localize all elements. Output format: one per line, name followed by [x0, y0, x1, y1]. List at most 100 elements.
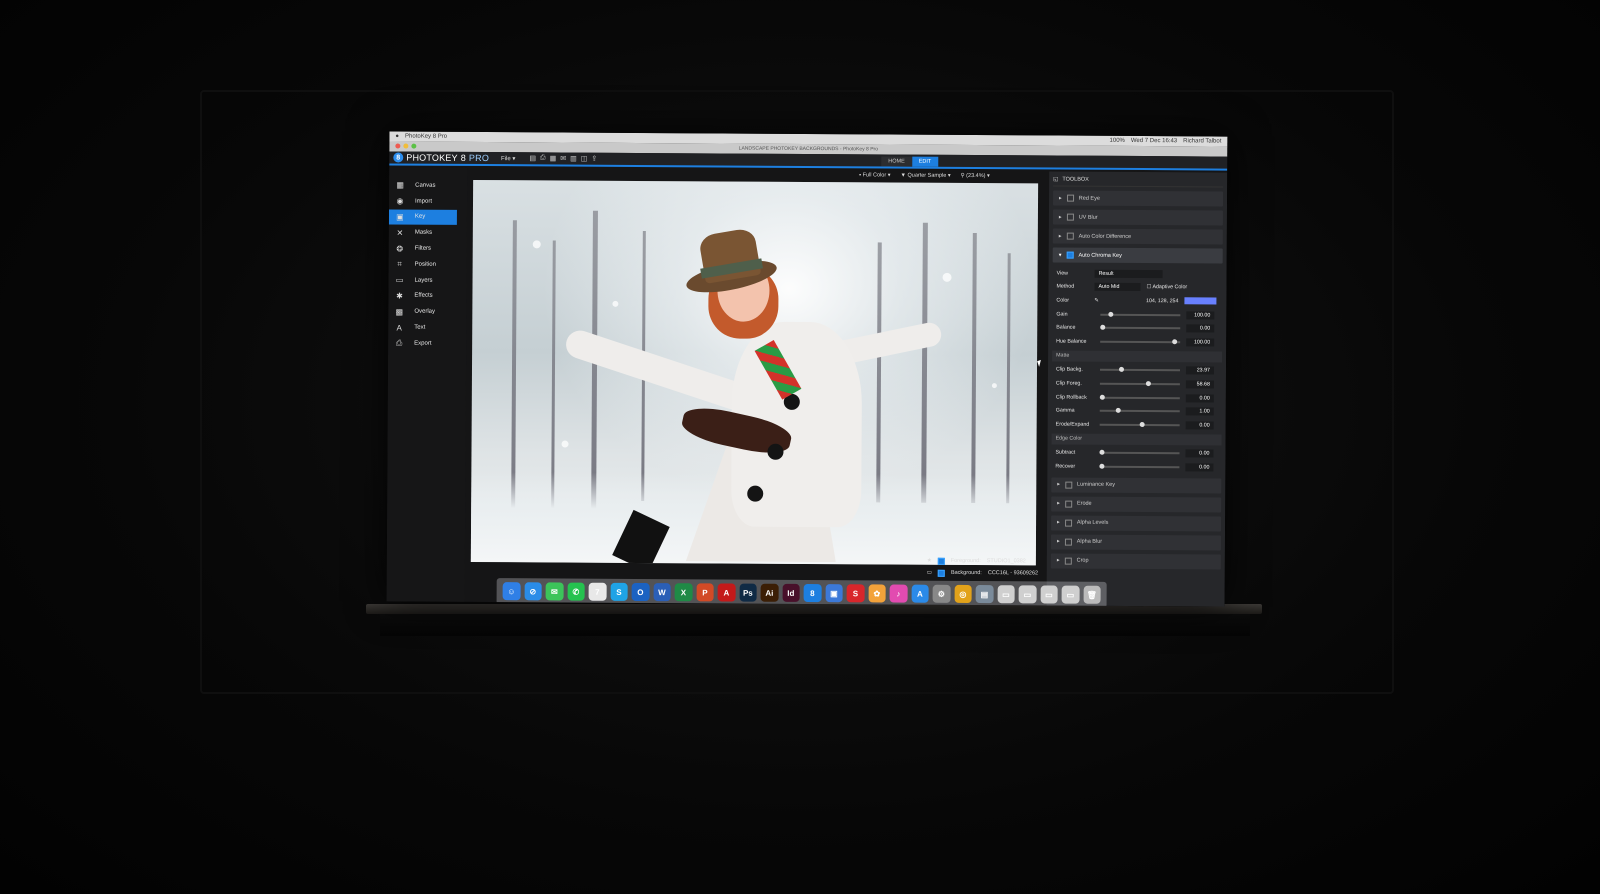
sidebar-item-text[interactable]: A Text	[388, 320, 466, 336]
slider-track[interactable]	[1099, 408, 1180, 414]
app-store-icon[interactable]: A	[911, 584, 929, 603]
star-icon[interactable]: ★	[927, 555, 932, 567]
slider-track[interactable]	[1100, 311, 1181, 317]
itunes-icon[interactable]: ♪	[889, 584, 908, 603]
tool-auto-chroma-key[interactable]: ▾ Auto Chroma Key	[1052, 247, 1223, 264]
outlook-icon[interactable]: O	[631, 582, 650, 602]
system-prefs-icon[interactable]: ⚙	[932, 584, 951, 603]
slider-track[interactable]	[1099, 421, 1180, 427]
slider-handle[interactable]	[1172, 338, 1178, 345]
slider-track[interactable]	[1099, 367, 1181, 373]
skype-icon[interactable]: S	[610, 582, 628, 601]
tool-alpha-blur[interactable]: ▸ Alpha Blur	[1050, 534, 1221, 551]
tool-checkbox[interactable]	[1066, 213, 1074, 221]
window-3-icon[interactable]: ▭	[1040, 585, 1058, 604]
slider-value[interactable]: 0.00	[1185, 463, 1214, 472]
screens-icon[interactable]: ▣	[825, 584, 843, 603]
slider-track[interactable]	[1099, 394, 1180, 400]
slider-track[interactable]	[1100, 324, 1181, 330]
chrome-icon[interactable]: ◎	[954, 584, 972, 604]
excel-icon[interactable]: X	[674, 583, 693, 602]
red-app-icon[interactable]: S	[846, 584, 865, 603]
slider-handle[interactable]	[1100, 324, 1106, 330]
preview-icon[interactable]: ▤	[975, 585, 994, 604]
slider-handle[interactable]	[1115, 408, 1121, 414]
window-1-icon[interactable]: ▭	[997, 585, 1015, 604]
slider-handle[interactable]	[1099, 450, 1105, 456]
tool-uv-blur[interactable]: ▸ UV Blur	[1052, 209, 1223, 226]
tool-checkbox[interactable]	[1064, 519, 1072, 527]
save-icon[interactable]: ▤	[529, 154, 536, 162]
word-icon[interactable]: W	[653, 583, 671, 602]
eyedropper-icon[interactable]: ✎	[1094, 298, 1098, 304]
sidebar-item-filters[interactable]: ❂ Filters	[389, 241, 467, 257]
file-menu[interactable]: File ▾	[501, 155, 515, 162]
tab-edit[interactable]: EDIT	[911, 156, 939, 167]
matte-section[interactable]: Matte	[1052, 350, 1223, 363]
print-icon[interactable]: ⎙	[540, 154, 546, 162]
slider-track[interactable]	[1099, 450, 1180, 456]
safari-icon[interactable]: ⊘	[524, 582, 542, 601]
tool-red-eye[interactable]: ▸ Red Eye	[1053, 190, 1224, 207]
grid-icon[interactable]: ▦	[550, 154, 557, 162]
sidebar-item-position[interactable]: ⌗ Position	[389, 256, 467, 272]
slider-handle[interactable]	[1139, 421, 1145, 427]
slider-handle[interactable]	[1099, 394, 1105, 400]
sample-dropdown[interactable]: ▼ Quarter Sample ▾	[900, 173, 950, 179]
messages-icon[interactable]: ✉	[545, 582, 564, 601]
view-select[interactable]: Result	[1094, 269, 1163, 278]
foreground-row[interactable]: ★ Foreground: STUDIO1_0382	[927, 555, 1038, 568]
calendar-icon[interactable]: 7	[588, 582, 607, 601]
sidebar-item-layers[interactable]: ▭ Layers	[388, 272, 466, 288]
foreground-checkbox[interactable]	[937, 557, 945, 565]
tool-checkbox[interactable]	[1064, 538, 1072, 546]
tool-checkbox[interactable]	[1066, 194, 1074, 202]
indesign-icon[interactable]: Id	[782, 583, 800, 602]
zoom-control[interactable]: ⚲ (23.4%) ▾	[961, 173, 990, 179]
sidebar-item-canvas[interactable]: ▦ Canvas	[389, 177, 467, 193]
close-window-button[interactable]	[395, 143, 401, 149]
sidebar-item-key[interactable]: ▣ Key	[388, 209, 457, 226]
background-checkbox[interactable]	[937, 569, 945, 577]
powerpoint-icon[interactable]: P	[696, 583, 714, 602]
tool-checkbox[interactable]	[1064, 500, 1072, 508]
slider-handle[interactable]	[1099, 463, 1105, 469]
window-2-icon[interactable]: ▭	[1018, 585, 1037, 604]
photokey-icon[interactable]: 8	[803, 583, 822, 603]
tool-checkbox[interactable]	[1064, 557, 1072, 565]
slider-value[interactable]: 100.00	[1186, 310, 1215, 320]
canvas-preview[interactable]	[470, 179, 1039, 566]
slider-handle[interactable]	[1119, 367, 1125, 373]
share-icon[interactable]: ⇪	[591, 155, 597, 163]
color-mode-dropdown[interactable]: ▪ Full Color ▾	[859, 172, 890, 178]
edge-color-section[interactable]: Edge Color	[1051, 433, 1222, 446]
tool-crop[interactable]: ▸ Crop	[1050, 553, 1221, 570]
tool-checkbox[interactable]	[1065, 481, 1073, 489]
finder-icon[interactable]: ☺	[502, 582, 521, 601]
sidebar-item-overlay[interactable]: ▩ Overlay	[388, 304, 466, 320]
window-4-icon[interactable]: ▭	[1061, 585, 1080, 604]
slider-value[interactable]: 0.00	[1186, 324, 1215, 333]
photos-icon[interactable]: ✿	[868, 584, 886, 603]
tool-erode[interactable]: ▸ Erode	[1051, 496, 1222, 513]
sidebar-item-import[interactable]: ◉ Import	[389, 193, 467, 209]
acrobat-icon[interactable]: A	[717, 583, 736, 602]
zoom-window-button[interactable]	[411, 143, 417, 149]
slider-value[interactable]: 0.00	[1185, 393, 1214, 403]
slider-value[interactable]: 100.00	[1186, 338, 1215, 347]
sidebar-item-export[interactable]: ⎙ Export	[388, 335, 466, 351]
background-row[interactable]: ▭ Background: CCC16L - 93609262	[927, 567, 1038, 580]
slider-value[interactable]: 1.00	[1185, 407, 1214, 416]
slider-track[interactable]	[1099, 463, 1180, 469]
tool-auto-color-difference[interactable]: ▸ Auto Color Difference	[1052, 228, 1223, 245]
layout-icon[interactable]: ▥	[570, 155, 577, 163]
key-color-swatch[interactable]	[1184, 297, 1217, 305]
slider-handle[interactable]	[1108, 311, 1114, 317]
method-select[interactable]: Auto Mid	[1094, 283, 1141, 292]
tool-checkbox[interactable]	[1066, 232, 1074, 240]
menubar-app-name[interactable]: PhotoKey 8 Pro	[405, 134, 447, 140]
trash-icon[interactable]: 🗑	[1083, 585, 1101, 604]
illustrator-icon[interactable]: Ai	[760, 583, 779, 602]
adaptive-color-checkbox[interactable]: ☐ Adaptive Color	[1146, 284, 1187, 290]
tool-checkbox[interactable]	[1066, 251, 1074, 259]
